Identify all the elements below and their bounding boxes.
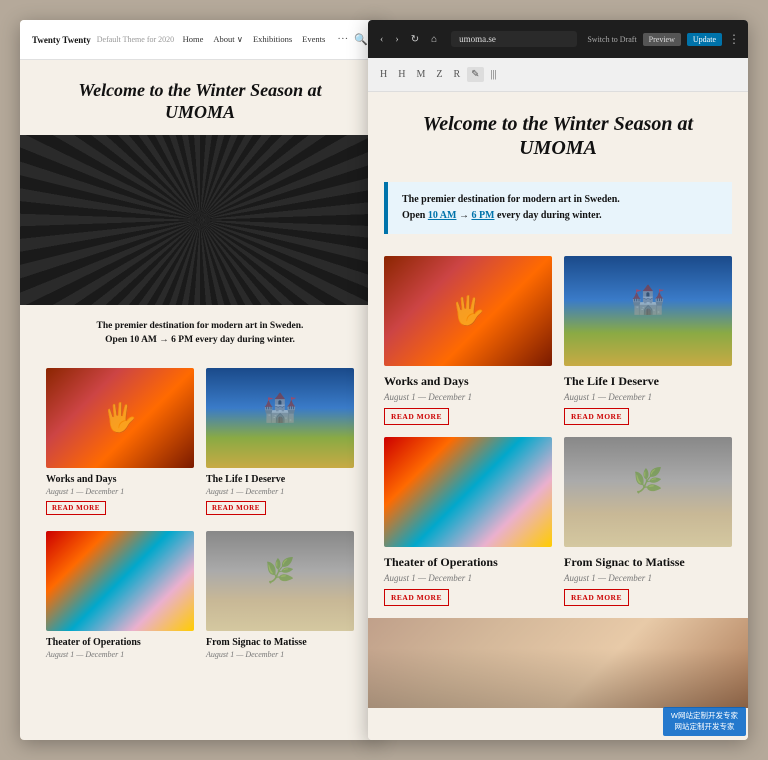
right-editor-bar: H H M Z R ✎ ||| [368,58,748,92]
left-card-2-btn[interactable]: READ MORE [206,501,266,515]
brand-sub: Default Theme for 2020 [97,35,174,44]
right-card-3-date: August 1 — December 1 [384,573,552,583]
watermark: W网站定制开发专家 网站定制开发专家 [663,707,746,736]
left-card-4-image [206,531,354,631]
right-card-3: Theater of Operations August 1 — Decembe… [384,437,552,606]
highlight-time-1: 10 AM [428,210,457,221]
left-panel: Twenty Twenty Default Theme for 2020 Hom… [20,20,380,740]
right-card-1-title: Works and Days [384,374,552,389]
left-card-2-title: The Life I Deserve [206,474,354,485]
back-btn[interactable]: ‹ [376,32,387,47]
left-card-3-title: Theater of Operations [46,637,194,648]
left-card-1-title: Works and Days [46,474,194,485]
right-card-1: Works and Days August 1 — December 1 REA… [384,256,552,425]
left-cards-grid: Works and Days August 1 — December 1 REA… [20,362,380,521]
left-tagline: The premier destination for modern art i… [20,305,380,362]
nav-about[interactable]: About ∨ [213,34,243,45]
refresh-btn[interactable]: ↻ [407,32,423,47]
url-bar[interactable]: umoma.se [451,31,577,47]
left-hero-image [20,135,380,305]
right-card-4-title: From Signac to Matisse [564,555,732,570]
nav-icons: ··· 🔍 [337,33,368,46]
editor-tool-h1[interactable]: H [376,67,391,82]
left-card-3: Theater of Operations August 1 — Decembe… [40,525,200,665]
editor-tool-m[interactable]: M [412,67,429,82]
nav-exhibitions[interactable]: Exhibitions [253,34,292,45]
right-card-1-btn[interactable]: READ MORE [384,408,449,425]
right-card-3-title: Theater of Operations [384,555,552,570]
right-hero: Welcome to the Winter Season at UMOMA [368,92,748,172]
left-hero-title: Welcome to the Winter Season at UMOMA [50,80,350,123]
left-card-4-title: From Signac to Matisse [206,637,354,648]
right-card-4: From Signac to Matisse August 1 — Decemb… [564,437,732,606]
left-bottom-cards: Theater of Operations August 1 — Decembe… [20,525,380,665]
right-card-1-image [384,256,552,366]
editor-tool-edit[interactable]: ✎ [467,67,483,82]
forward-btn[interactable]: › [391,32,402,47]
right-card-2-title: The Life I Deserve [564,374,732,389]
right-card-2-image [564,256,732,366]
editor-tool-h2[interactable]: H [394,67,409,82]
left-card-2-image [206,368,354,468]
nav-home[interactable]: Home [183,34,204,45]
spiral-decoration [20,135,380,305]
nav-events[interactable]: Events [302,34,325,45]
left-card-2-date: August 1 — December 1 [206,487,354,496]
left-card-1: Works and Days August 1 — December 1 REA… [40,362,200,521]
switch-draft-label[interactable]: Switch to Draft [587,35,636,44]
highlight-time-2: 6 PM [471,210,494,221]
left-card-1-date: August 1 — December 1 [46,487,194,496]
left-card-2: The Life I Deserve August 1 — December 1… [200,362,360,521]
right-panel: ‹ › ↻ ⌂ umoma.se Switch to Draft Preview… [368,20,748,740]
left-card-1-image [46,368,194,468]
right-cards-grid: Works and Days August 1 — December 1 REA… [368,244,748,618]
left-card-3-date: August 1 — December 1 [46,650,194,659]
right-card-1-date: August 1 — December 1 [384,392,552,402]
right-hero-title: Welcome to the Winter Season at UMOMA [388,112,728,160]
right-content: Welcome to the Winter Season at UMOMA Th… [368,92,748,740]
toolbar-right-section: Switch to Draft Preview Update ⋮ [587,32,740,47]
dots-icon[interactable]: ··· [337,33,348,46]
watermark-line1: W网站定制开发专家 [671,711,738,722]
left-card-4-date: August 1 — December 1 [206,650,354,659]
brand-name: Twenty Twenty [32,35,91,45]
right-card-3-image [384,437,552,547]
tagline-text: The premier destination for modern art i… [40,319,360,348]
right-card-4-btn[interactable]: READ MORE [564,589,629,606]
right-card-4-image [564,437,732,547]
right-card-2: The Life I Deserve August 1 — December 1… [564,256,732,425]
home-btn[interactable]: ⌂ [427,32,441,47]
nav-links[interactable]: Home About ∨ Exhibitions Events [183,34,326,45]
preview-btn[interactable]: Preview [643,33,681,46]
left-hero: Welcome to the Winter Season at UMOMA [20,60,380,135]
left-card-3-image [46,531,194,631]
highlight-text-2: every day during winter. [495,210,602,221]
watermark-line2: 网站定制开发专家 [671,722,738,733]
highlight-arrow: → [456,210,471,221]
editor-tool-r[interactable]: R [449,67,464,82]
right-card-3-btn[interactable]: READ MORE [384,589,449,606]
toolbar-more-icon[interactable]: ⋮ [728,32,740,47]
right-highlight-box: The premier destination for modern art i… [384,182,732,234]
update-btn[interactable]: Update [687,33,722,46]
left-card-4: From Signac to Matisse August 1 — Decemb… [200,525,360,665]
right-card-2-btn[interactable]: READ MORE [564,408,629,425]
left-card-1-btn[interactable]: READ MORE [46,501,106,515]
left-nav: Twenty Twenty Default Theme for 2020 Hom… [20,20,380,60]
search-icon[interactable]: 🔍 [354,33,368,46]
right-card-2-date: August 1 — December 1 [564,392,732,402]
right-bottom-strip [368,618,748,708]
right-card-4-date: August 1 — December 1 [564,573,732,583]
right-toolbar: ‹ › ↻ ⌂ umoma.se Switch to Draft Preview… [368,20,748,58]
editor-tool-grid[interactable]: ||| [487,67,501,82]
editor-tool-z[interactable]: Z [432,67,446,82]
